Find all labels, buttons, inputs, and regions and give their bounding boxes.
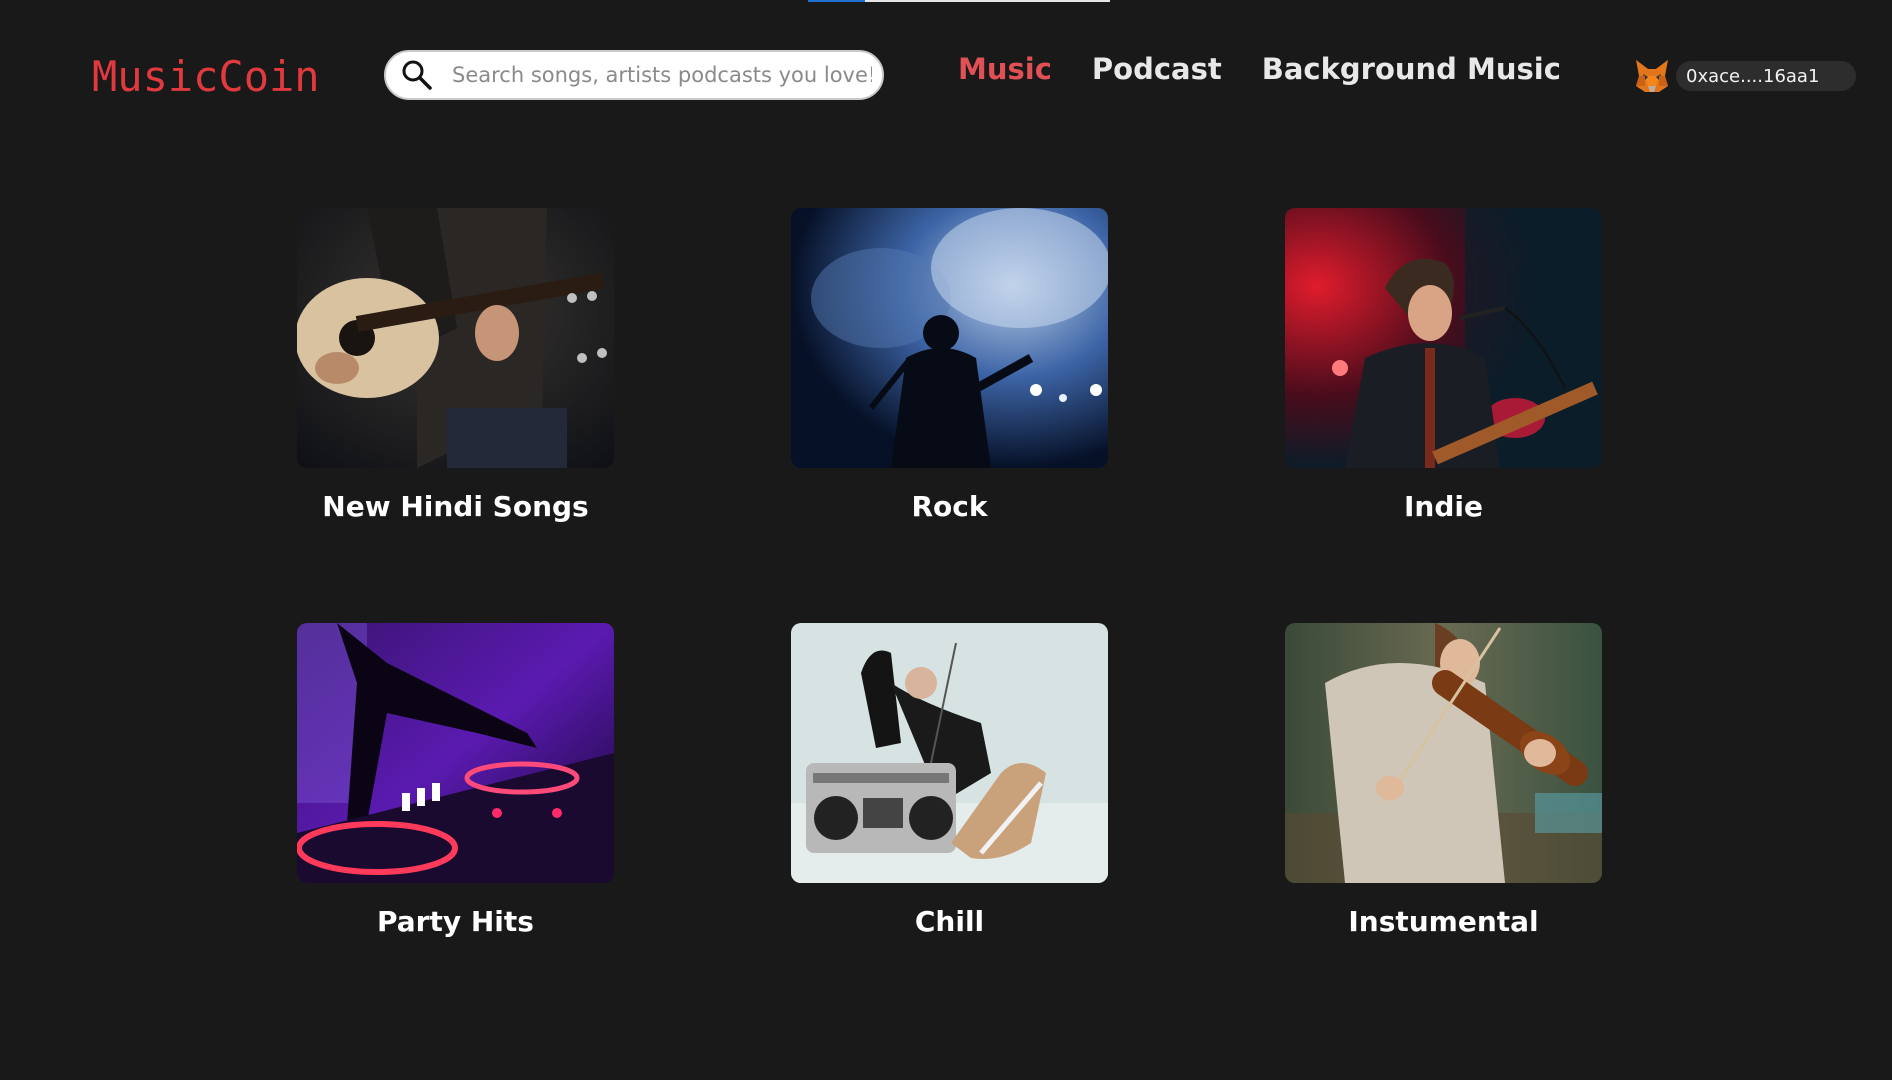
category-image[interactable] [297,623,614,883]
category-image[interactable] [791,623,1108,883]
metamask-fox-icon [1636,60,1668,92]
nav-music[interactable]: Music [958,52,1052,86]
category-title: New Hindi Songs [322,490,589,523]
top-navbar: MusicCoin Music Podcast Background Music… [0,0,1892,150]
category-title: Party Hits [377,905,534,938]
brand-logo[interactable]: MusicCoin [92,52,320,101]
search-bar[interactable] [384,50,884,100]
category-card-party-hits[interactable]: Party Hits [297,623,614,938]
nav-podcast[interactable]: Podcast [1092,52,1222,86]
category-grid: New Hindi Songs Rock Indie Party Hits Ch… [297,208,1602,938]
category-image[interactable] [1285,623,1602,883]
wallet-address[interactable]: 0xace....16aa1 [1676,61,1856,91]
category-image[interactable] [297,208,614,468]
search-input[interactable] [452,63,872,87]
nav-background-music[interactable]: Background Music [1262,52,1561,86]
category-title: Rock [911,490,988,523]
search-icon[interactable] [400,58,434,92]
category-card-chill[interactable]: Chill [791,623,1108,938]
category-title: Indie [1404,490,1483,523]
category-card-indie[interactable]: Indie [1285,208,1602,523]
category-card-instumental[interactable]: Instumental [1285,623,1602,938]
category-title: Instumental [1348,905,1539,938]
category-card-rock[interactable]: Rock [791,208,1108,523]
category-image[interactable] [1285,208,1602,468]
main-nav: Music Podcast Background Music [958,52,1561,86]
category-image[interactable] [791,208,1108,468]
category-card-new-hindi-songs[interactable]: New Hindi Songs [297,208,614,523]
category-title: Chill [914,905,985,938]
wallet-account[interactable]: 0xace....16aa1 [1632,56,1856,96]
